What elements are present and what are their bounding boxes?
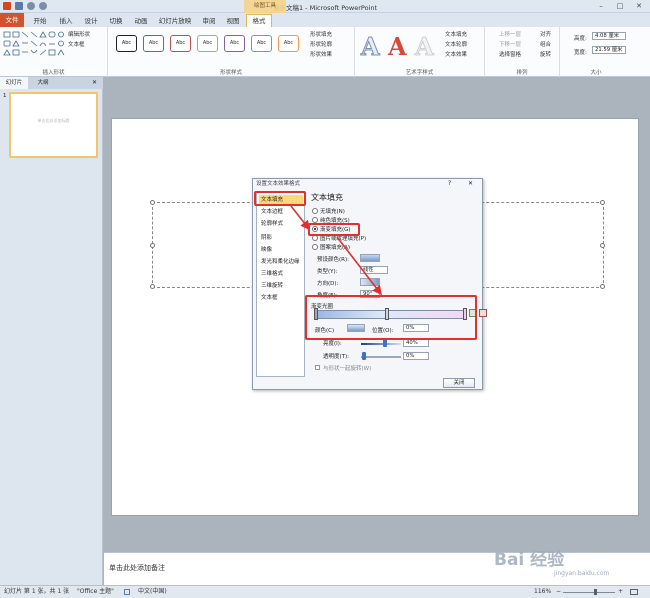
tab-outline[interactable]: 大纲 [30, 77, 56, 89]
language: 中文(中国) [138, 588, 167, 595]
wordart-styles-label: 艺术字样式 [405, 70, 434, 76]
title-bar: 演示文稿1 - Microsoft PowerPoint – □ ✕ [0, 0, 650, 13]
tab-slides[interactable]: 幻灯片 [0, 77, 28, 89]
undo-icon[interactable] [27, 2, 35, 10]
height-field[interactable]: 4.08 厘米 [592, 32, 626, 40]
tab-view[interactable]: 视图 [222, 15, 244, 27]
notes-pane[interactable]: 单击此处添加备注 Bai 经验 jingyan.baidu.com [104, 550, 650, 585]
minimize-button[interactable]: – [592, 1, 610, 11]
status-bar: 幻灯片 第 1 张，共 1 张 "Office 主题" 中文(中国) 116% … [0, 585, 650, 598]
shape-style-1[interactable]: Abc [116, 35, 137, 52]
svg-text:A: A [414, 32, 434, 60]
group-button[interactable]: 组合 [540, 40, 551, 48]
resize-handle[interactable] [150, 284, 155, 289]
arrange-group: 上移一层 下移一层 选择窗格 对齐 组合 旋转 排列 [485, 27, 560, 77]
drawing-tools-context-label: 绘图工具 [244, 0, 286, 13]
svg-text:A: A [360, 32, 380, 60]
notes-placeholder: 单击此处添加备注 [109, 564, 165, 572]
shape-style-4[interactable]: Abc [197, 35, 218, 52]
tab-home[interactable]: 开始 [29, 15, 51, 27]
close-window-button[interactable]: ✕ [630, 1, 648, 11]
bring-forward-button[interactable]: 上移一层 [499, 30, 521, 38]
insert-shapes-label: 插入形状 [42, 70, 65, 76]
resize-handle[interactable] [600, 200, 605, 205]
tab-design[interactable]: 设计 [80, 15, 102, 27]
align-button[interactable]: 对齐 [540, 30, 551, 38]
shape-styles-label: 形状样式 [219, 70, 242, 76]
slides-pane: 幻灯片 大纲 ✕ 1 单击此处添加标题 [0, 77, 103, 585]
selection-pane-button[interactable]: 选择窗格 [499, 50, 521, 58]
tab-animations[interactable]: 动画 [130, 15, 152, 27]
slide-info: 幻灯片 第 1 张，共 1 张 [4, 588, 70, 595]
annotation-arrows [290, 205, 382, 296]
maximize-button[interactable]: □ [611, 1, 629, 11]
send-backward-button[interactable]: 下移一层 [499, 40, 521, 48]
resize-handle[interactable] [150, 200, 155, 205]
width-label: 宽度: [574, 50, 587, 56]
zoom-level[interactable]: 116% [534, 586, 551, 598]
watermark-brand: Bai 经验 [494, 550, 565, 570]
insert-shapes-group: 编辑形状 文本框 插入形状 [0, 27, 108, 77]
save-icon[interactable] [15, 2, 23, 10]
shape-style-7[interactable]: Abc [278, 35, 299, 52]
tab-transitions[interactable]: 切换 [105, 15, 127, 27]
svg-text:A: A [387, 32, 407, 60]
close-pane-button[interactable]: ✕ [92, 77, 102, 89]
shape-effects-button[interactable]: 形状效果 [310, 50, 332, 58]
size-label: 大小 [590, 70, 602, 76]
shape-style-2[interactable]: Abc [143, 35, 164, 52]
theme-name: "Office 主题" [77, 588, 114, 595]
pane-tabs: 幻灯片 大纲 ✕ [0, 77, 103, 89]
zoom-slider-thumb[interactable] [594, 589, 597, 595]
wordart-gallery-icon[interactable]: A A A [359, 30, 439, 61]
tab-slideshow[interactable]: 幻灯片放映 [155, 15, 195, 27]
shape-style-5[interactable]: Abc [224, 35, 245, 52]
redo-icon[interactable] [39, 2, 47, 10]
shape-style-6[interactable]: Abc [251, 35, 272, 52]
resize-handle[interactable] [600, 284, 605, 289]
tab-format[interactable]: 格式 [246, 14, 272, 27]
text-box-button[interactable]: 文本框 [68, 40, 85, 48]
wordart-styles-group: A A A 文本填充 文本轮廓 文本效果 艺术字样式 [355, 27, 485, 77]
shape-outline-button[interactable]: 形状轮廓 [310, 40, 332, 48]
height-label: 高度: [574, 36, 587, 42]
tab-insert[interactable]: 插入 [55, 15, 77, 27]
resize-handle[interactable] [150, 243, 155, 248]
zoom-in-button[interactable]: + [618, 586, 623, 598]
ribbon-tabs: 绘图工具 文件 开始 插入 设计 切换 动画 幻灯片放映 审阅 视图 格式 [0, 0, 650, 27]
fit-to-window-icon[interactable] [630, 589, 638, 595]
text-fill-button[interactable]: 文本填充 [445, 30, 467, 38]
slide-number: 1 [3, 93, 7, 99]
shapes-gallery-icon[interactable] [3, 31, 67, 61]
thumb-placeholder-text: 单击此处添加标题 [37, 118, 70, 123]
ribbon: 编辑形状 文本框 插入形状 Abc Abc Abc Abc Abc Abc Ab… [0, 27, 650, 77]
resize-handle[interactable] [600, 243, 605, 248]
size-group: 高度: 4.08 厘米 宽度: 21.59 厘米 大小 [560, 27, 632, 77]
rotate-button[interactable]: 旋转 [540, 50, 551, 58]
edit-shape-button[interactable]: 编辑形状 [68, 30, 90, 38]
arrange-label: 排列 [516, 70, 528, 76]
text-outline-button[interactable]: 文本轮廓 [445, 40, 467, 48]
text-effects-button[interactable]: 文本效果 [445, 50, 467, 58]
format-text-effects-dialog: 设置文本效果格式 ? ✕ 文本填充 文本边框 轮廓样式 阴影 映像 发光和柔化边… [252, 178, 487, 390]
watermark-url: jingyan.baidu.com [554, 570, 610, 577]
tab-file[interactable]: 文件 [0, 13, 24, 27]
spelling-icon[interactable] [124, 589, 130, 595]
shape-styles-group: Abc Abc Abc Abc Abc Abc Abc 形状填充 形状轮廓 形状… [108, 27, 355, 77]
zoom-slider[interactable] [563, 592, 615, 593]
width-field[interactable]: 21.59 厘米 [592, 46, 626, 54]
slide-thumbnail[interactable]: 单击此处添加标题 [9, 92, 98, 158]
zoom-out-button[interactable]: − [556, 586, 561, 598]
shape-style-3[interactable]: Abc [170, 35, 191, 52]
shape-fill-button[interactable]: 形状填充 [310, 30, 332, 38]
powerpoint-logo-icon [3, 2, 11, 10]
tab-review[interactable]: 审阅 [198, 15, 220, 27]
